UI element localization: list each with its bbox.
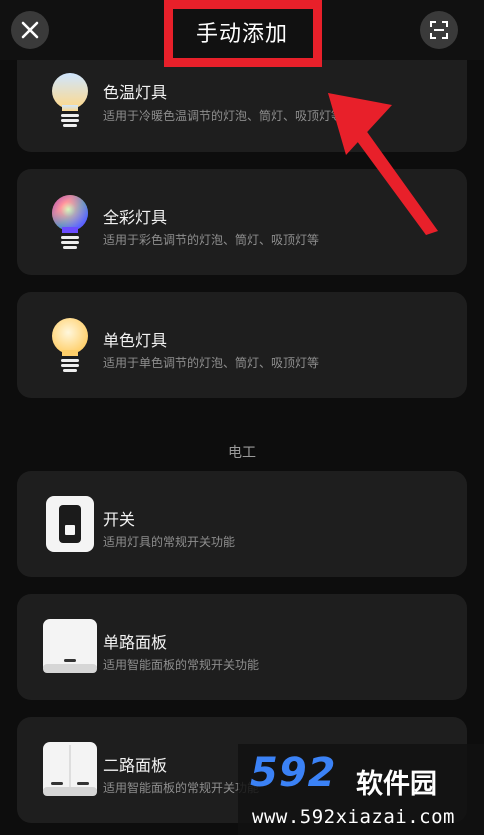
device-card-mono-light[interactable]: 单色灯具 适用于单色调节的灯泡、筒灯、吸顶灯等 [17,292,467,398]
card-description: 适用灯具的常规开关功能 [103,535,236,549]
tunable-bulb-icon [52,73,88,127]
device-card-switch[interactable]: 开关 适用灯具的常规开关功能 [17,471,467,577]
watermark-url: www.592xiazai.com [252,806,455,828]
card-title: 单路面板 [103,633,168,652]
scan-button[interactable] [420,11,458,49]
watermark-name: 软件园 [356,769,437,800]
rgb-bulb-icon [52,195,88,249]
card-description: 适用于冷暖色温调节的灯泡、筒灯、吸顶灯等 [103,109,344,123]
mono-bulb-icon [52,318,88,372]
watermark-brand: 592 [250,750,337,796]
switch-icon [46,496,94,552]
highlight-box [164,0,322,67]
device-card-single-panel[interactable]: 单路面板 适用智能面板的常规开关功能 [17,594,467,700]
card-title: 二路面板 [103,756,168,775]
card-description: 适用智能面板的常规开关功能 [103,658,260,672]
card-description: 适用于单色调节的灯泡、筒灯、吸顶灯等 [103,356,320,370]
double-panel-icon [43,742,97,796]
card-title: 单色灯具 [103,331,168,350]
watermark: 592 软件园 www.592xiazai.com [238,744,484,835]
red-arrow-annotation [328,93,438,235]
scan-icon [430,21,448,39]
single-panel-icon [43,619,97,673]
section-label-electrical: 电工 [228,445,256,461]
card-title: 全彩灯具 [103,208,168,227]
card-title: 开关 [103,510,136,529]
card-description: 适用智能面板的常规开关功能 [103,781,260,795]
card-description: 适用于彩色调节的灯泡、筒灯、吸顶灯等 [103,233,320,247]
card-title: 色温灯具 [103,83,168,102]
